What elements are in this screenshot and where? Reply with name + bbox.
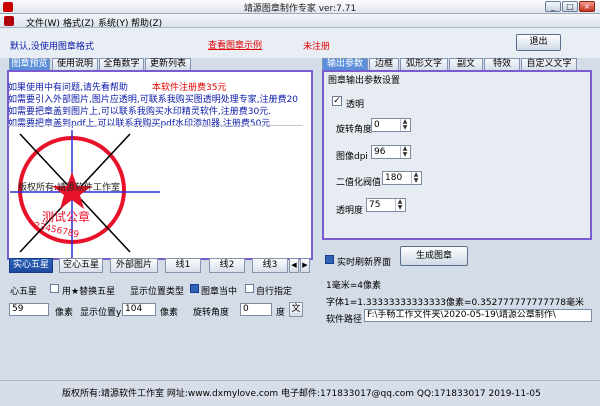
software-path-field[interactable]: F:\手畅工作文件夹\2020-05-19\靖源公章制作\: [364, 309, 592, 322]
scroll-left-icon[interactable]: ◀: [289, 258, 299, 273]
unregistered-label: 未注册: [303, 42, 331, 52]
pdf-watermark-hint: 如需要把章盖到pdf上,可以联系我购买pdf水印添加器,注册费50元.: [8, 119, 274, 129]
mm-pixel-ratio: 1毫米=4像素: [326, 281, 381, 291]
dpi-label: 图像dpi: [336, 152, 368, 162]
close-button[interactable]: ×: [579, 1, 595, 12]
replace-star-checkbox[interactable]: [50, 284, 59, 293]
line2-button[interactable]: 线2: [209, 258, 245, 273]
stamp-preview: 版权所有:靖源软件工作室 测试公章 23456789: [10, 130, 160, 258]
tab-fullwidth-digits[interactable]: 全角数字: [99, 58, 144, 70]
external-image-button[interactable]: 外部图片: [110, 258, 158, 273]
opacity-spinner[interactable]: ▲ ▼: [395, 199, 404, 211]
hollow-star-button[interactable]: 空心五星: [59, 258, 103, 273]
tab-instructions[interactable]: 使用说明: [52, 58, 98, 70]
rotation-label: 旋转角度: [336, 125, 373, 135]
star-size-unit: 像素: [55, 308, 74, 318]
app-logo-icon: [4, 16, 14, 26]
tab-arc-text[interactable]: 弧形文字: [400, 58, 448, 70]
default-format-message: 默认,没使用图章格式: [10, 42, 94, 52]
copyright-status: 版权所有:靖源软件工作室 网址:www.dxmylove.com 电子邮件:17…: [62, 389, 541, 399]
tab-border[interactable]: 边框: [369, 58, 399, 70]
view-sample-link[interactable]: 查看图章示例: [208, 38, 262, 51]
binarize-label: 二值化阀值: [336, 178, 382, 188]
divider: [8, 125, 303, 126]
window-title: 靖源图章制作专家 ver:7.71: [243, 4, 357, 14]
stamp-company-text: 测试公章: [42, 209, 90, 224]
star-rotation-unit: 度: [276, 308, 286, 318]
star-rotation-input[interactable]: 0: [240, 303, 272, 316]
scroll-right-icon[interactable]: ▶: [300, 258, 310, 273]
replace-star-label: 用★替换五星: [62, 287, 116, 297]
tab-custom-text[interactable]: 自定义文字: [521, 58, 577, 70]
realtime-refresh-label: 实时刷新界面: [337, 258, 392, 268]
center-star-label: 心五星: [10, 287, 38, 297]
star-rotation-label: 旋转角度: [193, 308, 230, 318]
solid-star-button[interactable]: 实心五星: [9, 258, 53, 273]
minimize-button[interactable]: _: [545, 1, 561, 12]
transparent-label: 透明: [346, 100, 365, 110]
pos-y-label: 显示位置y: [80, 308, 122, 318]
tab-update-list[interactable]: 更新列表: [145, 58, 191, 70]
chapter-center-checkbox[interactable]: [190, 284, 199, 293]
software-path-label: 软件路径: [326, 315, 363, 325]
custom-position-checkbox[interactable]: [245, 284, 254, 293]
position-type-label: 显示位置类型: [130, 287, 185, 297]
maximize-button[interactable]: □: [562, 1, 578, 12]
line3-button[interactable]: 线3: [252, 258, 288, 273]
output-settings-title: 图章输出参数设置: [328, 76, 401, 86]
exit-button[interactable]: 退出: [516, 34, 561, 51]
star-size-input[interactable]: 59: [9, 303, 49, 316]
line1-button[interactable]: 线1: [165, 258, 201, 273]
font-size-info: 字体1=1.33333333333333像素=0.352777777777778…: [326, 298, 585, 308]
pos-y-unit: 像素: [160, 308, 179, 318]
star-text-button[interactable]: 文: [289, 302, 303, 317]
stamp-top-text: 版权所有:靖源软件工作室: [18, 181, 120, 193]
generate-stamp-button[interactable]: 生成图章: [400, 246, 468, 266]
opacity-label: 透明度: [336, 206, 364, 216]
pos-y-input[interactable]: 104: [122, 303, 156, 316]
rotation-spinner[interactable]: ▲ ▼: [400, 119, 409, 131]
realtime-refresh-checkbox[interactable]: [325, 255, 334, 264]
dpi-spinner[interactable]: ▲ ▼: [400, 146, 409, 158]
tab-subtext[interactable]: 副文: [449, 58, 483, 70]
chapter-center-label: 图章当中: [201, 287, 238, 297]
tab-effects[interactable]: 特效: [484, 58, 520, 70]
transparent-checkbox[interactable]: ✓: [332, 96, 342, 106]
custom-position-label: 自行指定: [256, 287, 293, 297]
binarize-spinner[interactable]: ▲ ▼: [411, 172, 420, 184]
